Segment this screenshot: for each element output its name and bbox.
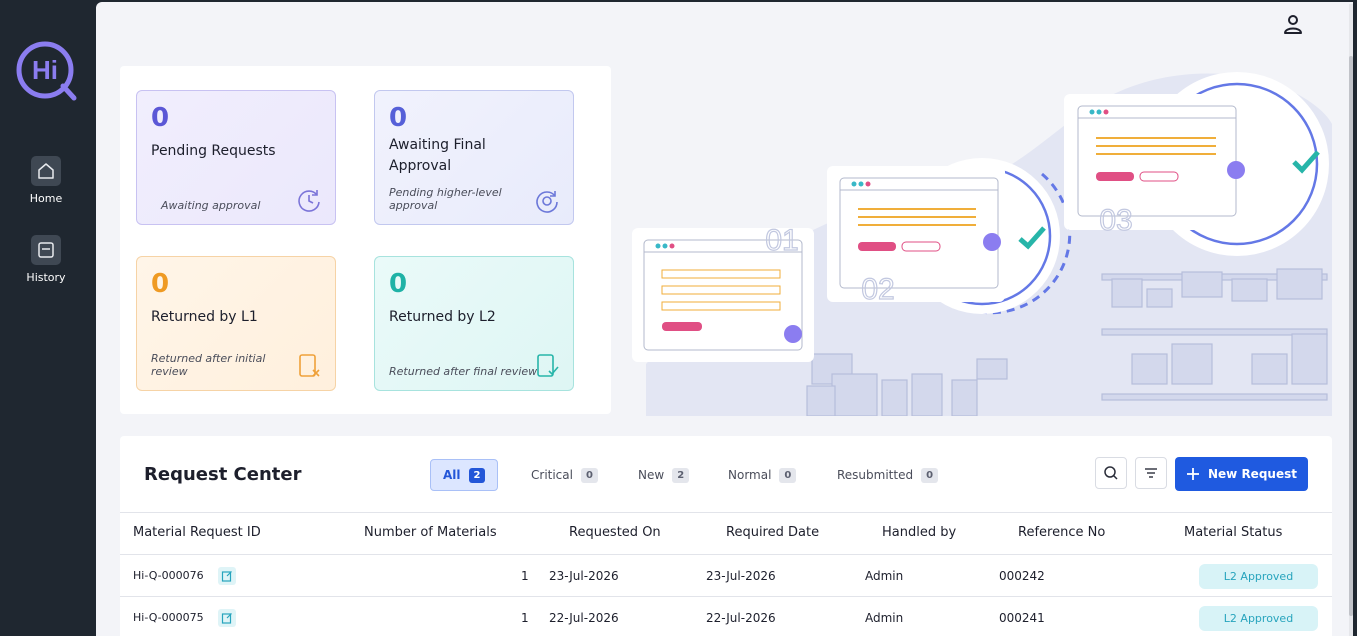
requested-on: 23-Jul-2026: [549, 569, 619, 583]
handled-by: Admin: [865, 611, 904, 625]
tab-count: 2: [468, 467, 486, 483]
column-header[interactable]: Number of Materials: [364, 525, 497, 540]
stat-title: Pending Requests: [151, 143, 276, 159]
required-date: 23-Jul-2026: [706, 569, 776, 583]
filter-icon: [1145, 468, 1157, 478]
stats-panel: 0 Pending Requests Awaiting approval 0 A…: [120, 66, 611, 414]
user-icon[interactable]: [1281, 12, 1305, 36]
stat-card-returned-l2[interactable]: 0 Returned by L2 Returned after final re…: [374, 256, 574, 391]
material-count: 1: [521, 611, 529, 625]
stat-subtitle: Pending higher-level approval: [389, 186, 502, 212]
table-row[interactable]: Hi-Q-000075 1 22-Jul-2026 22-Jul-2026 Ad…: [120, 597, 1332, 636]
scrollbar[interactable]: [1349, 4, 1353, 636]
column-header[interactable]: Requested On: [569, 525, 661, 540]
table-header: Material Request ID Number of Materials …: [120, 513, 1332, 555]
stat-count: 0: [151, 269, 170, 299]
clock-refresh-icon: [298, 190, 320, 212]
request-center: Request Center All 2 Critical 0 New 2 Norma…: [120, 436, 1332, 636]
edit-icon[interactable]: [218, 567, 236, 585]
tab-count: 0: [779, 467, 797, 483]
stat-count: 0: [389, 269, 408, 299]
new-request-button[interactable]: New Request: [1175, 457, 1308, 491]
tab-count: 0: [580, 467, 598, 483]
step-02-window: 02: [827, 158, 1072, 315]
reference-no: 000242: [999, 569, 1045, 583]
main-content: 0 Pending Requests Awaiting approval 0 A…: [96, 2, 1353, 636]
edit-icon[interactable]: [218, 609, 236, 627]
column-header[interactable]: Material Request ID: [133, 525, 261, 540]
stat-title: Returned by L1: [151, 309, 258, 325]
reference-no: 000241: [999, 611, 1045, 625]
status-badge: L2 Approved: [1199, 564, 1318, 589]
column-header[interactable]: Required Date: [726, 525, 819, 540]
step-03-window: 03: [1064, 72, 1329, 256]
app-logo[interactable]: Hi: [14, 40, 78, 102]
stat-card-awaiting-final[interactable]: 0 Awaiting Final Approval Pending higher…: [374, 90, 574, 225]
scroll-thumb[interactable]: [1349, 56, 1353, 616]
home-icon: [31, 156, 61, 186]
required-date: 22-Jul-2026: [706, 611, 776, 625]
tab-all[interactable]: All 2: [430, 459, 499, 491]
svg-text:02: 02: [861, 273, 894, 306]
tab-critical[interactable]: Critical 0: [519, 459, 610, 491]
request-id[interactable]: Hi-Q-000076: [133, 569, 204, 582]
sidebar-item-label: History: [26, 271, 66, 284]
sidebar-item-label: Home: [29, 192, 63, 205]
stat-subtitle: Returned after final review: [389, 365, 538, 378]
tab-resubmitted[interactable]: Resubmitted 0: [825, 459, 950, 491]
tab-new[interactable]: New 2: [626, 459, 701, 491]
stat-title: Awaiting Final Approval: [389, 137, 486, 174]
request-id[interactable]: Hi-Q-000075: [133, 611, 204, 624]
document-check-icon: [537, 354, 559, 377]
stat-count: 0: [389, 103, 408, 133]
stat-title: Returned by L2: [389, 309, 496, 325]
stat-count: 0: [151, 103, 170, 133]
stat-subtitle: Awaiting approval: [161, 199, 261, 212]
plus-icon: [1187, 468, 1199, 480]
requested-on: 22-Jul-2026: [549, 611, 619, 625]
search-icon: [1104, 466, 1118, 480]
stat-subtitle: Returned after initial review: [151, 352, 266, 378]
refresh-icon: [536, 191, 558, 213]
search-button[interactable]: [1095, 457, 1127, 489]
svg-text:03: 03: [1099, 204, 1132, 237]
step-01-window: 01: [632, 223, 814, 362]
table-row[interactable]: Hi-Q-000076 1 23-Jul-2026 23-Jul-2026 Ad…: [120, 555, 1332, 597]
column-header[interactable]: Material Status: [1184, 525, 1282, 540]
filter-button[interactable]: [1135, 457, 1167, 489]
svg-text:01: 01: [765, 224, 798, 257]
history-icon: [31, 235, 61, 265]
sidebar-item-history[interactable]: History: [0, 235, 92, 284]
svg-text:Hi: Hi: [32, 55, 58, 85]
stat-card-pending[interactable]: 0 Pending Requests Awaiting approval: [136, 90, 336, 225]
handled-by: Admin: [865, 569, 904, 583]
column-header[interactable]: Handled by: [882, 525, 956, 540]
document-x-icon: [299, 354, 320, 377]
stat-card-returned-l1[interactable]: 0 Returned by L1 Returned after initial …: [136, 256, 336, 391]
tab-count: 0: [921, 467, 939, 483]
material-count: 1: [521, 569, 529, 583]
tab-normal[interactable]: Normal 0: [716, 459, 808, 491]
request-center-title: Request Center: [144, 464, 302, 485]
sidebar: Hi Home History: [0, 0, 96, 636]
sidebar-item-home[interactable]: Home: [0, 156, 92, 205]
tab-count: 2: [672, 467, 690, 483]
status-badge: L2 Approved: [1199, 606, 1318, 631]
column-header[interactable]: Reference No: [1018, 525, 1105, 540]
request-table: Material Request ID Number of Materials …: [120, 512, 1332, 636]
workflow-illustration: 01 02 03: [632, 72, 1332, 416]
